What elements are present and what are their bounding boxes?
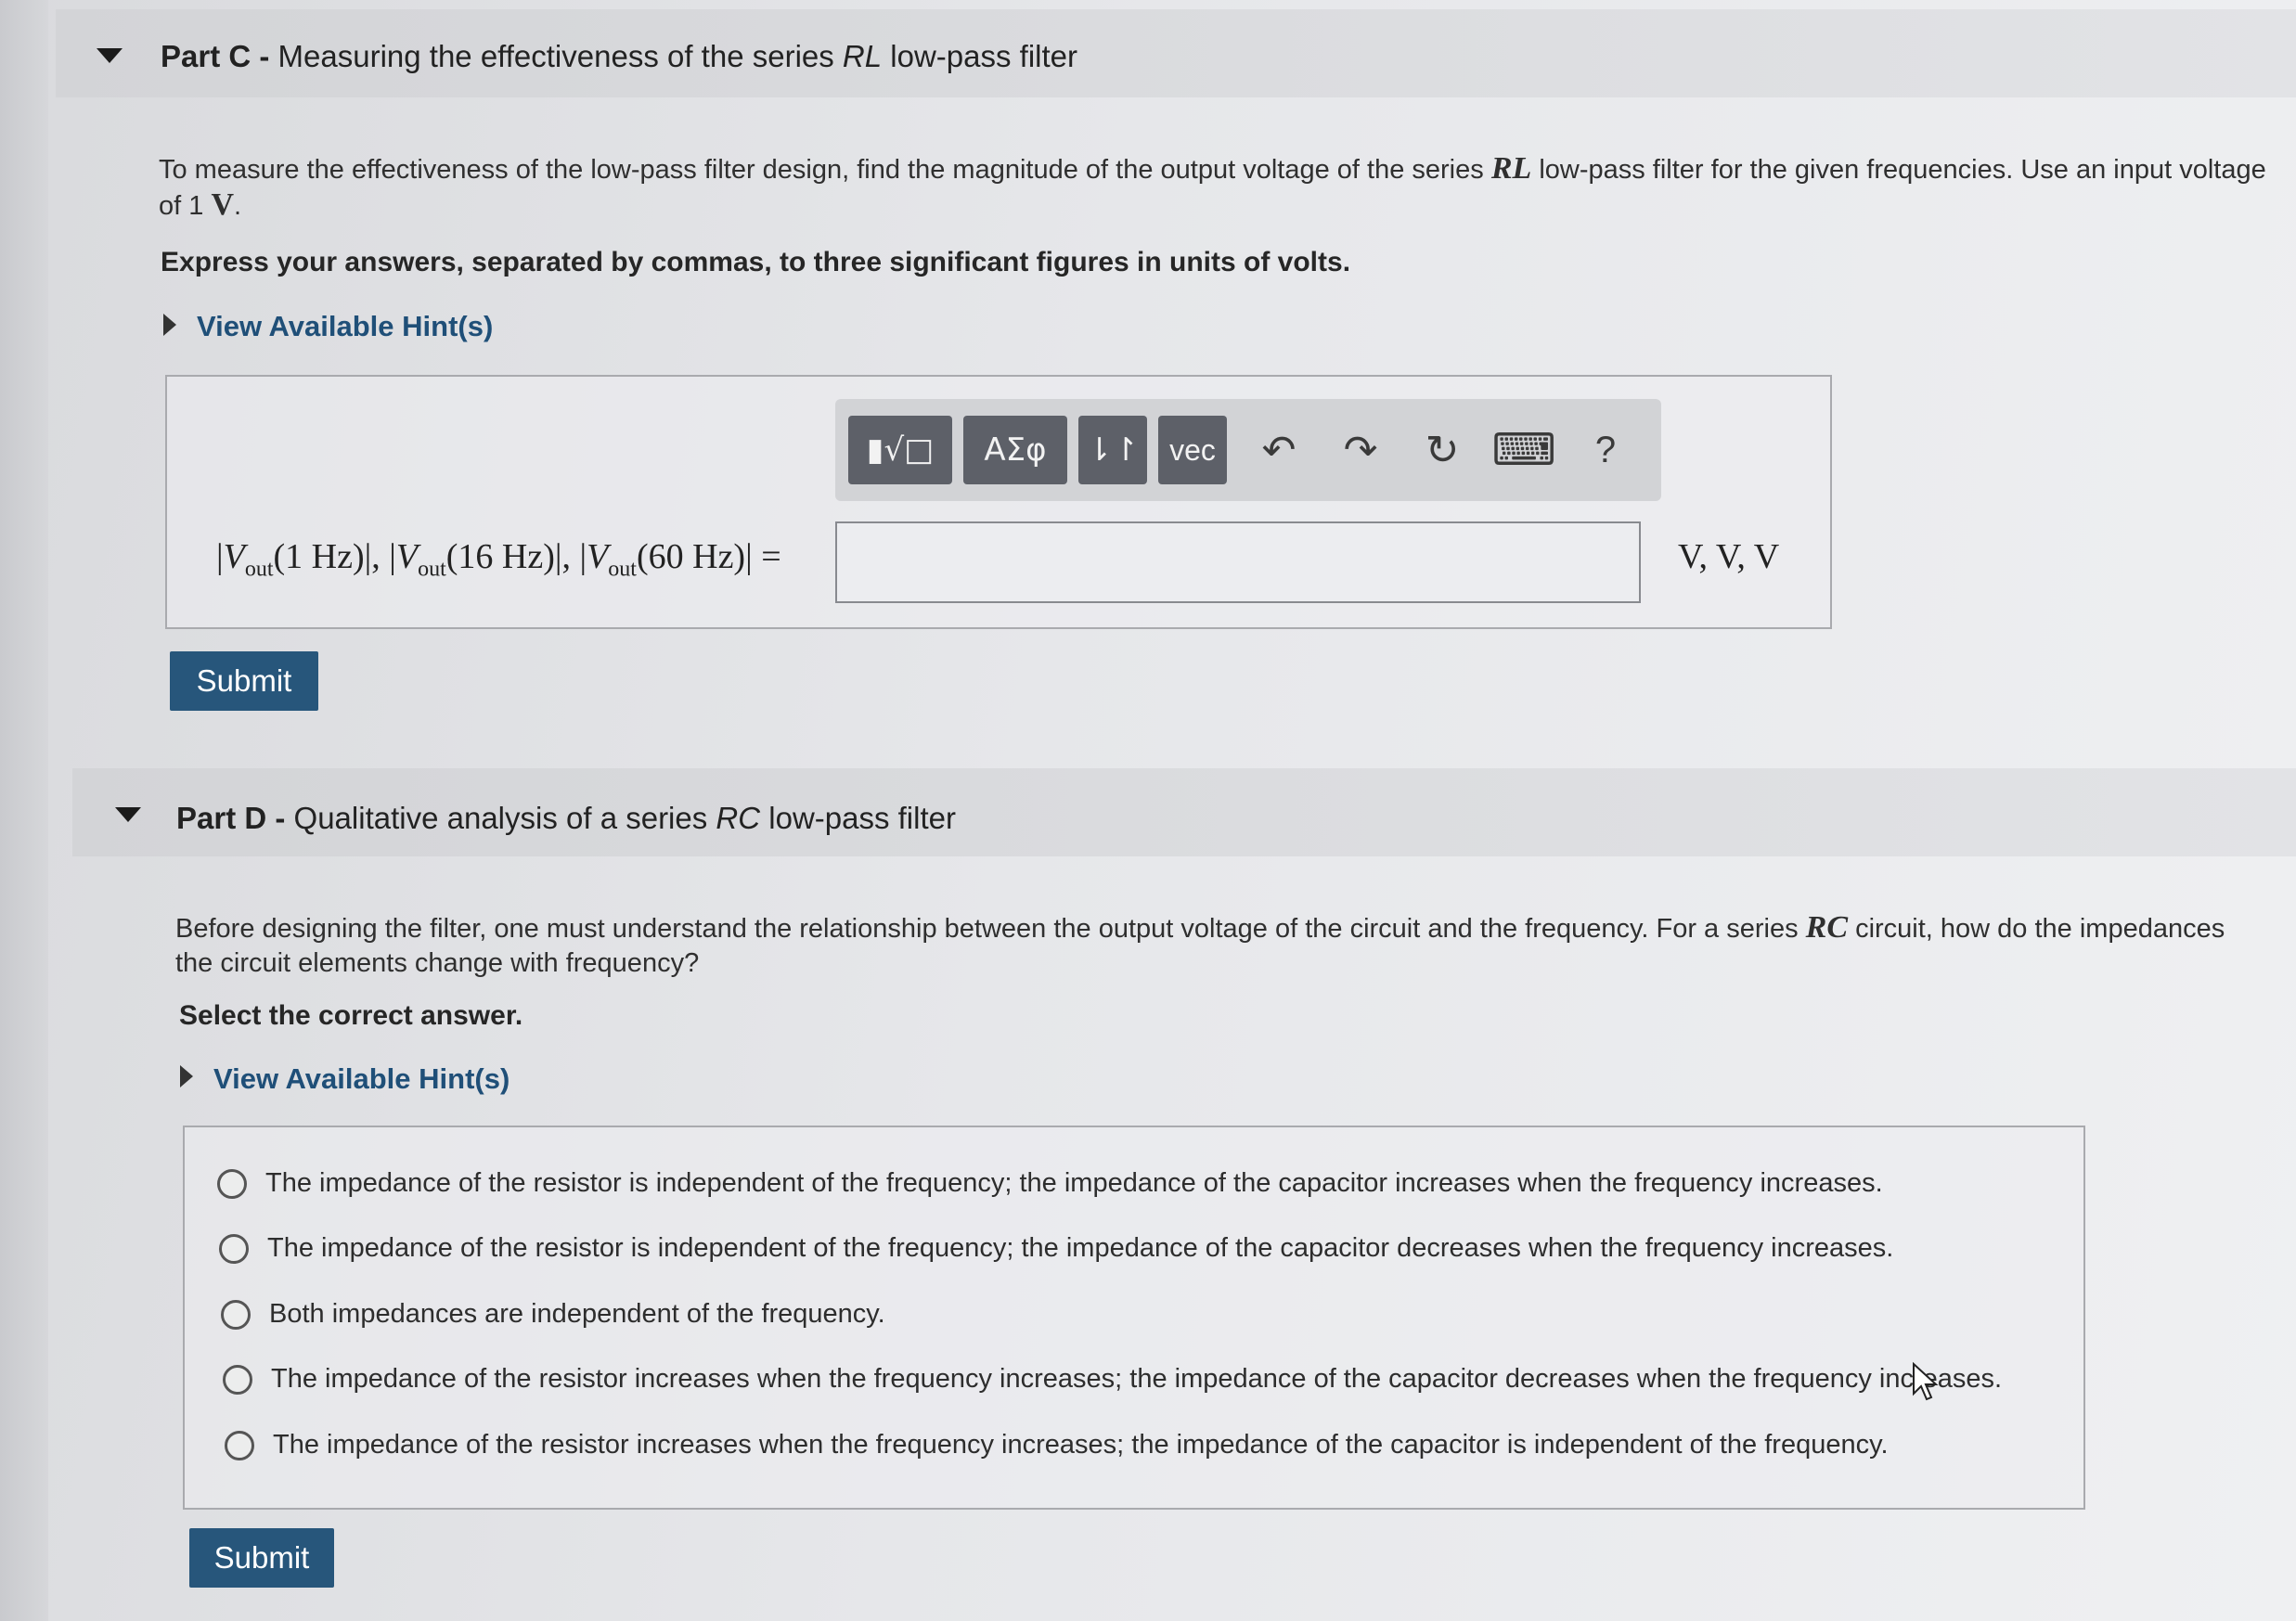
v-symbol: V (223, 537, 245, 576)
freq-3: (60 Hz) (636, 537, 746, 576)
desc-line-1: Before designing the filter, one must un… (175, 910, 2296, 946)
collapse-caret-icon[interactable] (115, 807, 141, 822)
greek-symbols-button[interactable]: ΑΣφ (963, 416, 1067, 484)
title-separator: - (251, 39, 278, 73)
part-d-submit-button[interactable]: Submit (189, 1528, 334, 1588)
part-d-title-text: Qualitative analysis of a series (293, 801, 716, 835)
abs-bar: | (216, 537, 224, 576)
option-label: The impedance of the resistor is indepen… (265, 1168, 1883, 1198)
undo-icon[interactable]: ↶ (1251, 419, 1307, 481)
part-d-hint-link[interactable]: View Available Hint(s) (213, 1062, 510, 1096)
part-c-title: Part C - Measuring the effectiveness of … (161, 39, 1077, 74)
desc-end: . (234, 191, 242, 221)
part-d-title-em: RC (716, 801, 761, 835)
option-4[interactable]: The impedance of the resistor increases … (223, 1364, 2002, 1395)
part-d-instruction: Select the correct answer. (179, 1000, 523, 1031)
v-symbol: V (587, 537, 609, 576)
option-label: Both impedances are independent of the f… (269, 1299, 885, 1329)
option-label: The impedance of the resistor increases … (273, 1430, 1889, 1460)
answer-input[interactable] (835, 521, 1641, 603)
comma: , (561, 537, 580, 576)
comma: , (371, 537, 390, 576)
v-sub: out (418, 557, 446, 582)
radio-button[interactable] (223, 1364, 252, 1395)
part-c-hint-link[interactable]: View Available Hint(s) (197, 310, 493, 343)
math-toolbar: ▮√□ ΑΣφ ⇂↾ vec ↶ ↷ ↻ ⌨ ? (835, 399, 1661, 501)
abs-bar: | (389, 537, 396, 576)
radio-button[interactable] (225, 1430, 254, 1460)
radio-button[interactable] (217, 1168, 247, 1199)
desc-text: Before designing the filter, one must un… (175, 914, 1806, 944)
vector-button[interactable]: vec (1158, 416, 1227, 484)
v-symbol: V (395, 537, 419, 576)
part-c-description: To measure the effectiveness of the low-… (159, 151, 2284, 224)
help-button[interactable]: ? (1578, 419, 1633, 481)
abs-bar: | (579, 537, 587, 576)
mouse-cursor-icon (1913, 1362, 1939, 1401)
title-separator: - (266, 801, 294, 835)
math-rl: RL (1490, 151, 1532, 186)
equals-sign: = (752, 537, 781, 576)
part-c-title-em: RL (842, 39, 883, 73)
desc-text: To measure the effectiveness of the low-… (159, 155, 1491, 185)
freq-1: (1 Hz) (273, 537, 365, 576)
part-d-title-end: low-pass filter (760, 801, 956, 835)
option-5[interactable]: The impedance of the resistor increases … (225, 1430, 1889, 1460)
part-c-label: Part C (161, 39, 252, 73)
keyboard-icon[interactable]: ⌨ (1491, 419, 1555, 481)
option-label: The impedance of the resistor is indepen… (267, 1233, 1894, 1263)
page: Part C - Measuring the effectiveness of … (0, 0, 2296, 1621)
abs-bar: | (745, 537, 753, 576)
part-d-label: Part D (176, 801, 267, 835)
freq-2: (16 Hz) (445, 537, 555, 576)
part-c-title-end: low-pass filter (882, 39, 1077, 73)
math-rc: RC (1805, 910, 1849, 945)
radio-button[interactable] (221, 1299, 251, 1330)
v-sub: out (608, 557, 637, 582)
answer-units: V, V, V (1678, 537, 1780, 576)
hint-caret-icon[interactable] (163, 314, 176, 336)
option-3[interactable]: Both impedances are independent of the f… (221, 1299, 885, 1330)
desc-text-2: circuit, how do the impedances (1848, 914, 2225, 944)
subscript-superscript-button[interactable]: ⇂↾ (1078, 416, 1147, 484)
part-c-title-text: Measuring the effectiveness of the serie… (277, 39, 843, 73)
v-sub: out (244, 557, 274, 582)
part-c-submit-button[interactable]: Submit (170, 651, 318, 711)
radio-button[interactable] (219, 1233, 249, 1264)
reset-icon[interactable]: ↻ (1414, 419, 1470, 481)
part-d-title: Part D - Qualitative analysis of a serie… (176, 801, 956, 836)
templates-button[interactable]: ▮√□ (848, 416, 952, 484)
option-1[interactable]: The impedance of the resistor is indepen… (217, 1168, 1883, 1199)
option-label: The impedance of the resistor increases … (271, 1364, 2003, 1394)
part-d-description: Before designing the filter, one must un… (175, 910, 2296, 981)
left-margin (0, 0, 48, 1621)
math-unit-v: V (211, 187, 234, 222)
part-c-instruction: Express your answers, separated by comma… (161, 247, 1351, 277)
collapse-caret-icon[interactable] (97, 48, 123, 63)
equation-label: |Vout(1 Hz)|, |Vout(16 Hz)|, |Vout(60 Hz… (216, 536, 781, 583)
option-2[interactable]: The impedance of the resistor is indepen… (219, 1233, 1893, 1264)
desc-line-2: the circuit elements change with frequen… (175, 948, 700, 978)
redo-icon[interactable]: ↷ (1333, 419, 1388, 481)
hint-caret-icon[interactable] (180, 1065, 193, 1087)
